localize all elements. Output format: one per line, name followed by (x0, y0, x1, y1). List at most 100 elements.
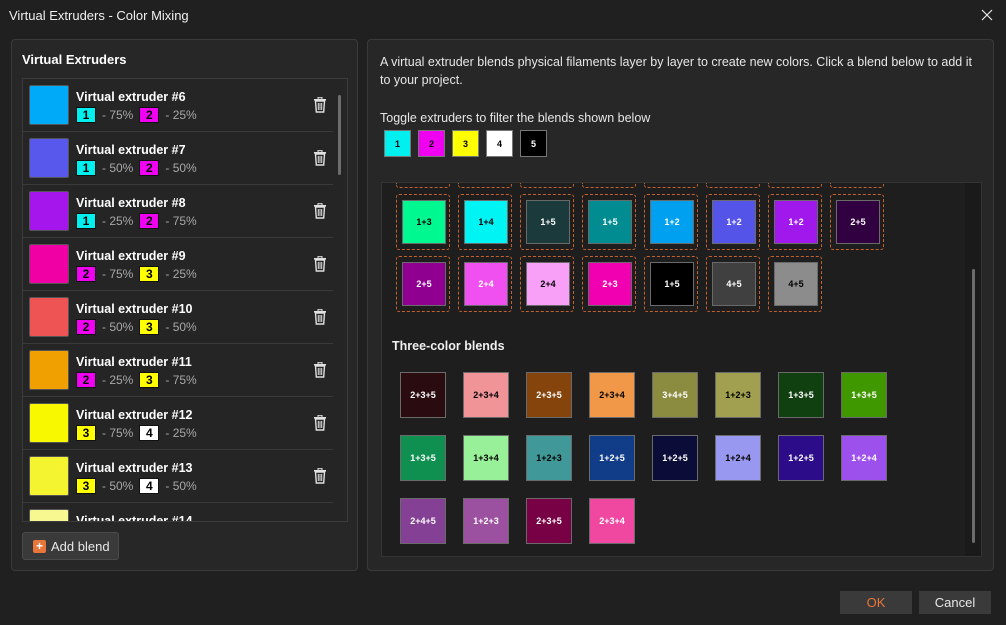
extruder-composition: 1 - 75% 2 - 25% (76, 107, 203, 123)
filament-percent: - 50% (165, 479, 197, 493)
trash-icon[interactable] (313, 362, 327, 378)
blend-label: 2+4 (526, 262, 570, 306)
blend-label: 1+5 (650, 262, 694, 306)
filament-chip: 3 (76, 425, 96, 441)
three-color-blend[interactable]: 1+3+5 (841, 372, 887, 418)
three-color-blend[interactable]: 2+4+5 (400, 498, 446, 544)
two-color-blend[interactable]: 1+3 (396, 194, 450, 250)
trash-icon[interactable] (313, 256, 327, 272)
extruder-row[interactable]: Virtual extruder #12 3 - 75% 4 - 25% (23, 397, 333, 450)
ok-button[interactable]: OK (840, 591, 912, 614)
two-color-blend[interactable]: 1+2 (706, 194, 760, 250)
extruder-color-swatch[interactable] (29, 509, 69, 521)
three-color-blend[interactable]: 1+2+3 (463, 498, 509, 544)
extruder-list[interactable]: Virtual extruder #6 1- 75% 2- 25% Virtual e… (22, 78, 348, 522)
three-color-blend[interactable]: 2+3+4 (589, 372, 635, 418)
filament-chip: 2 (76, 319, 96, 335)
two-color-blend[interactable]: 1+2 (768, 194, 822, 250)
blend-grid[interactable]: Three-color blends 1+3 1+4 1+5 1+5 1+2 1+2 1+2… (381, 182, 982, 557)
extruder-name: Virtual extruder #10 (76, 302, 193, 316)
three-color-blend[interactable]: 1+2+5 (652, 435, 698, 481)
two-color-blend[interactable]: 2+5 (830, 194, 884, 250)
extruder-toggle[interactable]: 1 (384, 130, 411, 157)
extruder-composition: 1 - 25% 2 - 75% (76, 213, 203, 229)
extruder-toggle[interactable]: 2 (418, 130, 445, 157)
three-color-blend[interactable]: 1+2+3 (526, 435, 572, 481)
close-icon (981, 9, 993, 21)
blend-label: 2+5 (836, 200, 880, 244)
extruder-toggle[interactable]: 3 (452, 130, 479, 157)
blend-label: 1+2 (650, 200, 694, 244)
extruder-color-swatch[interactable] (29, 191, 69, 231)
extruder-color-swatch[interactable] (29, 85, 69, 125)
trash-icon[interactable] (313, 415, 327, 431)
three-color-blend[interactable]: 2+3+5 (526, 498, 572, 544)
extruder-row[interactable]: Virtual extruder #7 1 - 50% 2 - 50% (23, 132, 333, 185)
three-color-blend[interactable]: 2+3+4 (463, 372, 509, 418)
extruder-color-swatch[interactable] (29, 403, 69, 443)
extruder-row[interactable]: Virtual extruder #9 2 - 75% 3 - 25% (23, 238, 333, 291)
extruder-color-swatch[interactable] (29, 297, 69, 337)
extruder-color-swatch[interactable] (29, 244, 69, 284)
trash-icon[interactable] (313, 203, 327, 219)
two-color-blend[interactable]: 1+2 (644, 194, 698, 250)
three-color-blend[interactable]: 1+2+5 (589, 435, 635, 481)
two-color-blend[interactable]: 4+5 (706, 256, 760, 312)
three-color-blend[interactable]: 1+3+4 (463, 435, 509, 481)
two-color-blend[interactable]: 1+5 (582, 194, 636, 250)
filament-chip: 3 (139, 266, 160, 282)
add-blend-button[interactable]: + Add blend (22, 532, 119, 560)
extruder-row[interactable]: Virtual extruder #10 2 - 50% 3 - 50% (23, 291, 333, 344)
extruder-row[interactable]: Virtual extruder #13 3 - 50% 4 - 50% (23, 450, 333, 503)
extruder-row[interactable]: Virtual extruder #11 2 - 25% 3 - 75% (23, 344, 333, 397)
blend-scrollbar[interactable] (972, 269, 975, 543)
trash-icon[interactable] (313, 150, 327, 166)
extruder-color-swatch[interactable] (29, 350, 69, 390)
extruder-row[interactable]: Virtual extruder #14 (23, 503, 333, 521)
blend-scrollbar-track[interactable] (965, 183, 981, 556)
two-color-blend[interactable]: 1+4 (458, 194, 512, 250)
filament-chip: 1 (76, 160, 96, 176)
three-color-blend[interactable]: 2+3+5 (526, 372, 572, 418)
trash-icon[interactable] (313, 309, 327, 325)
two-color-blend[interactable]: 2+4 (520, 256, 574, 312)
filament-percent: - 25% (165, 267, 197, 281)
three-color-blend[interactable]: 1+3+5 (778, 372, 824, 418)
close-button[interactable] (974, 2, 1000, 28)
three-color-blend[interactable]: 1+2+5 (778, 435, 824, 481)
filament-percent: - 75% (165, 214, 197, 228)
two-color-blend[interactable]: 2+4 (458, 256, 512, 312)
trash-icon[interactable] (313, 97, 327, 113)
three-color-blend[interactable]: 2+3+4 (589, 498, 635, 544)
extruder-color-swatch[interactable] (29, 138, 69, 178)
blend-label: 1+2 (712, 200, 756, 244)
filament-percent: - 25% (102, 373, 134, 387)
three-color-blend[interactable]: 1+2+4 (715, 435, 761, 481)
extruder-composition: 2 - 25% 3 - 75% (76, 372, 203, 388)
blend-item-partial (768, 183, 822, 188)
window-title: Virtual Extruders - Color Mixing (9, 8, 189, 23)
cancel-button[interactable]: Cancel (919, 591, 991, 614)
three-color-blend[interactable]: 1+2+4 (841, 435, 887, 481)
filament-chip: 3 (76, 478, 96, 494)
three-color-blend[interactable]: 1+2+3 (715, 372, 761, 418)
extruder-row[interactable]: Virtual extruder #6 1 - 75% 2 - 25% (23, 79, 333, 132)
two-color-blend[interactable]: 2+5 (396, 256, 450, 312)
extruder-toggle[interactable]: 4 (486, 130, 513, 157)
blend-label: 1+5 (526, 200, 570, 244)
list-scrollbar[interactable] (338, 95, 341, 175)
three-color-blend[interactable]: 2+3+5 (400, 372, 446, 418)
two-color-blend[interactable]: 4+5 (768, 256, 822, 312)
two-color-blend[interactable]: 2+3 (582, 256, 636, 312)
two-color-blend[interactable]: 1+5 (644, 256, 698, 312)
extruder-row[interactable]: Virtual extruder #8 1 - 25% 2 - 75% (23, 185, 333, 238)
extruder-color-swatch[interactable] (29, 456, 69, 496)
extruder-toggle[interactable]: 5 (520, 130, 547, 157)
trash-icon[interactable] (313, 468, 327, 484)
blends-panel: A virtual extruder blends physical filam… (367, 39, 994, 571)
virtual-extruders-panel: Virtual Extruders Virtual extruder #6 1 - … (11, 39, 358, 571)
two-color-blend[interactable]: 1+5 (520, 194, 574, 250)
three-color-blend[interactable]: 1+3+5 (400, 435, 446, 481)
blend-item-partial (582, 183, 636, 188)
three-color-blend[interactable]: 3+4+5 (652, 372, 698, 418)
